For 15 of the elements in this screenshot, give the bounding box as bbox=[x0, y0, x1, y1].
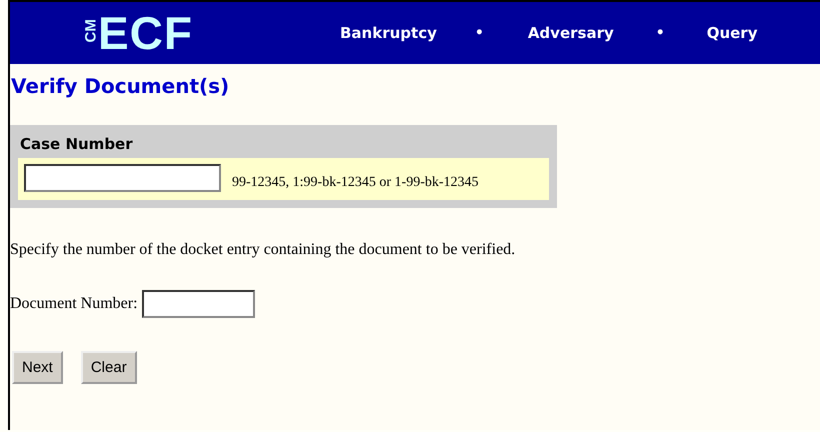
page-title: Verify Document(s) bbox=[11, 74, 230, 99]
format-hint: 99-12345, 1:99-bk-12345 or 1-99-bk-12345 bbox=[232, 175, 479, 191]
nav-link[interactable]: Query bbox=[706, 24, 758, 42]
field-label: Document Number: bbox=[10, 295, 138, 313]
field-label: Case Number bbox=[20, 135, 134, 155]
document-number-field[interactable] bbox=[142, 290, 255, 318]
form-button[interactable]: Clear bbox=[80, 351, 137, 384]
nav-separator: • bbox=[474, 25, 484, 41]
nav-separator: • bbox=[656, 25, 665, 41]
nav-link[interactable]: Adversary bbox=[528, 24, 614, 42]
form-button[interactable]: Next bbox=[12, 351, 63, 384]
case-number-field[interactable] bbox=[24, 164, 221, 192]
instruction-text: Specify the number of the docket entry containing the document to be verified. bbox=[10, 241, 516, 259]
logo-text: ECF bbox=[98, 8, 193, 58]
nav-link[interactable]: Bankruptcy bbox=[340, 24, 437, 42]
